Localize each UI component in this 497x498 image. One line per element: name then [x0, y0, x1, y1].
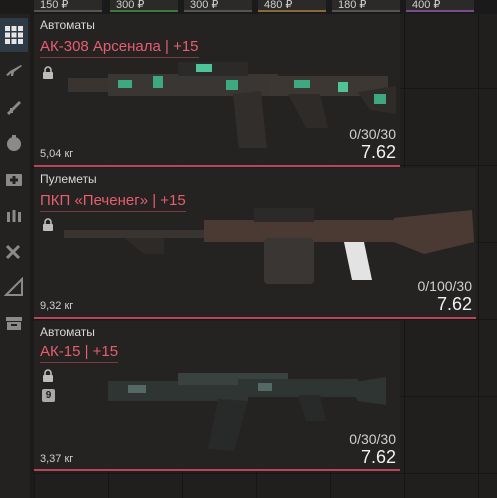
item-category: Автоматы [40, 18, 95, 32]
price-cell[interactable]: 150 ₽ [34, 0, 102, 12]
item-category: Автоматы [40, 325, 95, 339]
price-cell[interactable]: 300 ₽ [110, 0, 178, 12]
caliber-label: 7.62 [360, 447, 396, 467]
lock-icon [43, 218, 53, 231]
ruler-icon [4, 277, 23, 296]
price-strip: 150 ₽ 300 ₽ 300 ₽ 480 ₽ 180 ₽ 400 ₽ [34, 0, 497, 14]
item-card[interactable]: Пулеметы ПКП «Печенег» | +15 9,32 кг 0/1… [34, 168, 476, 319]
assault-rifle-icon [6, 65, 22, 76]
category-sidebar [0, 14, 30, 498]
ammo-count: 0/100/30 [417, 278, 473, 294]
weapon-image [108, 373, 386, 451]
weapon-image [68, 62, 396, 148]
category-all-button[interactable] [0, 18, 28, 52]
price-cell[interactable]: 300 ₽ [184, 0, 252, 12]
price-cell[interactable]: 480 ₽ [258, 0, 326, 12]
caliber-label: 7.62 [360, 142, 396, 162]
item-weight: 3,37 кг [40, 453, 74, 465]
grenade-icon [7, 135, 21, 151]
category-launchers-button[interactable] [0, 90, 28, 124]
slot-badge: 9 [42, 389, 55, 402]
crate-icon [6, 317, 22, 330]
item-weight: 9,32 кг [40, 300, 74, 312]
weapon-image [64, 208, 474, 284]
category-medical-button[interactable] [0, 162, 28, 196]
price-cell[interactable]: 180 ₽ [332, 0, 400, 12]
medkit-icon [6, 174, 22, 186]
category-attachments-button[interactable] [0, 270, 28, 304]
lock-icon [43, 66, 53, 79]
grid-icon [5, 26, 23, 44]
category-tools-button[interactable] [0, 234, 28, 268]
ammo-count: 0/30/30 [349, 126, 396, 142]
category-grenades-button[interactable] [0, 126, 28, 160]
rocket-launcher-icon [7, 101, 21, 115]
ammo-icon [7, 210, 21, 222]
item-card[interactable]: Автоматы АК-308 Арсенала | +15 5,04 кг 0… [34, 14, 400, 167]
category-ammo-button[interactable] [0, 198, 28, 232]
price-cell[interactable]: 400 ₽ [406, 0, 474, 12]
item-card[interactable]: Автоматы АК-15 | +15 9 3,37 кг 0/30/30 7… [34, 321, 400, 471]
ammo-count: 0/30/30 [349, 431, 396, 447]
category-crates-button[interactable] [0, 306, 28, 340]
item-weight: 5,04 кг [40, 148, 74, 160]
lock-icon [43, 369, 53, 382]
caliber-label: 7.62 [436, 294, 472, 314]
category-rifles-button[interactable] [0, 54, 28, 88]
tools-icon [5, 244, 21, 260]
